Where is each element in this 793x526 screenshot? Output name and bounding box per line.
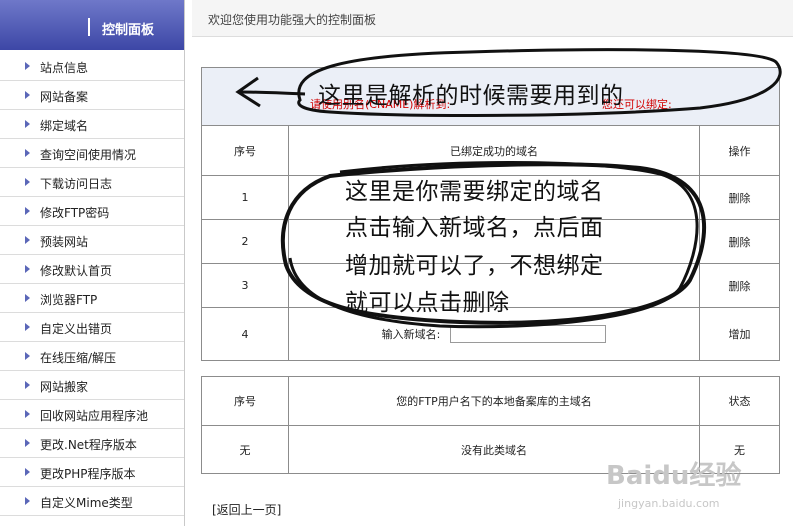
annotation-line-1: 这里是你需要绑定的域名 [345,179,604,205]
annotation-line-3: 增加就可以了，不想绑定 [345,253,604,279]
baidu-watermark-url: jingyan.baidu.com [618,497,720,510]
baidu-watermark-logo: Baidu经验 [606,461,742,491]
annotation-line-2: 点击输入新域名，点后面 [345,215,604,241]
annotation-arrow-line [239,90,306,96]
annotation-line-4: 就可以点击删除 [345,290,510,316]
annotation-top-text: 这里是解析的时候需要用到的 [318,83,624,109]
